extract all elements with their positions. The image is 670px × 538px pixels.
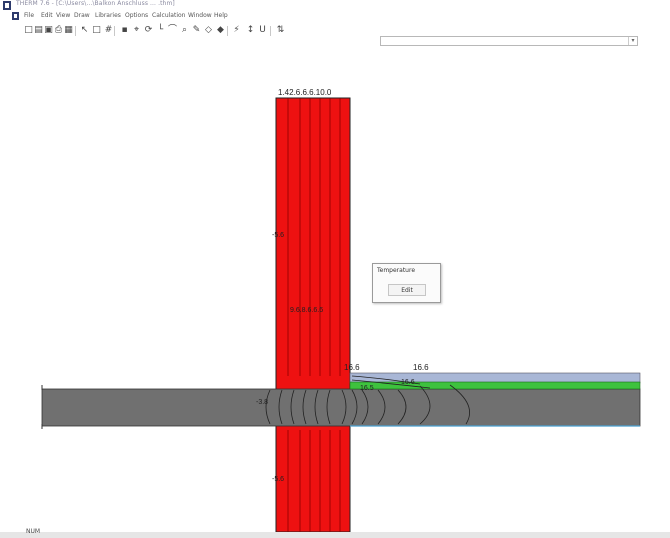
insulation-layer[interactable] <box>349 381 641 390</box>
edit-button[interactable]: Edit <box>388 284 426 296</box>
slab-region[interactable] <box>41 388 641 427</box>
model-drawing: 1.42.6.6.6.10.0 9.6.8.6.6.6 -5.6 -3.8 -5… <box>41 88 641 533</box>
popup-title: Temperature <box>377 267 416 274</box>
temperature-label-balcony-3: 16.5 <box>360 385 374 392</box>
temperature-label-balcony-2: 16.6 <box>413 363 429 372</box>
temperature-label-top: 1.42.6.6.6.10.0 <box>278 88 332 97</box>
finish-layer[interactable] <box>349 372 641 384</box>
wall-region[interactable] <box>275 97 351 533</box>
temperature-label-balcony-4: 16.6 <box>401 379 415 386</box>
temperature-label-balcony-1: 16.6 <box>344 363 360 372</box>
temperature-popup: Temperature Edit <box>372 263 441 303</box>
status-text: NUM <box>26 528 41 535</box>
temperature-label-left-lower: -5.6 <box>272 476 284 483</box>
temperature-label-wall: 9.6.8.6.6.6 <box>290 307 323 314</box>
temperature-label-left-mid: -3.8 <box>256 399 268 406</box>
status-bar <box>0 532 670 538</box>
temperature-label-left-upper: -5.6 <box>272 232 284 239</box>
